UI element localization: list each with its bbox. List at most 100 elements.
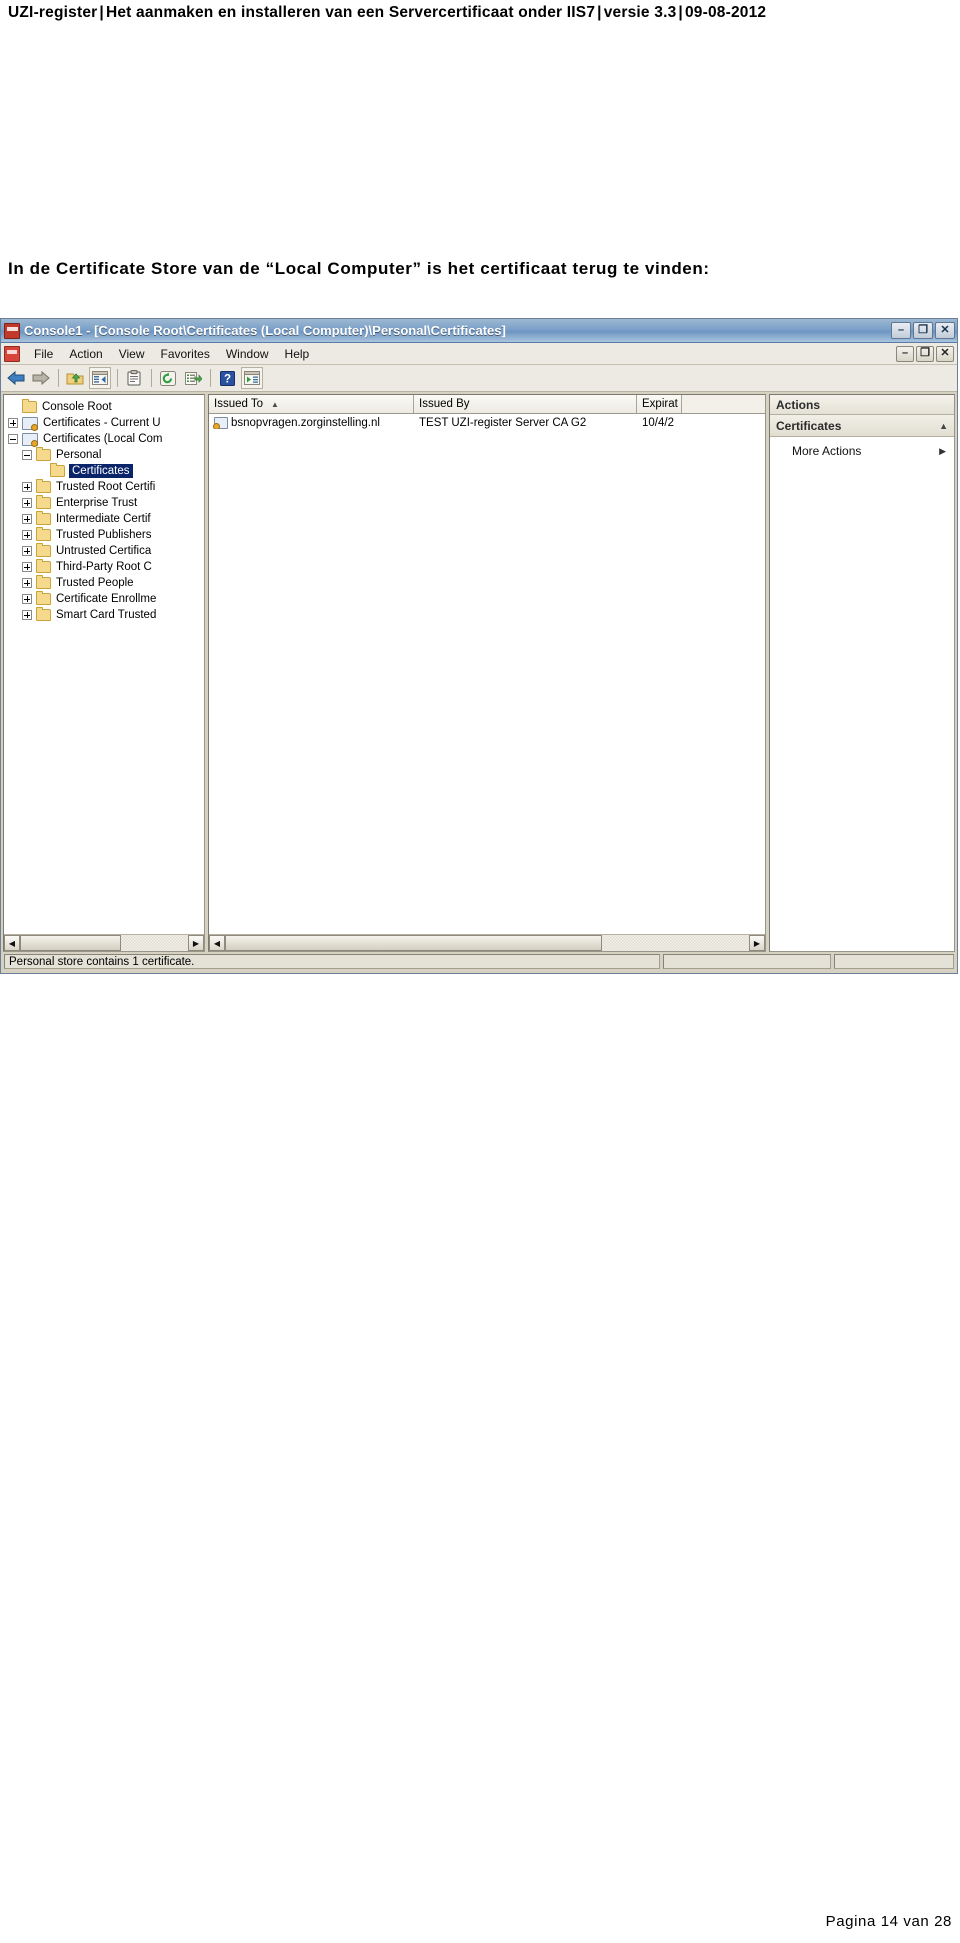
mdi-minimize-button[interactable]: – [896,345,914,362]
up-folder-icon[interactable] [64,367,86,389]
column-header-issued-by[interactable]: Issued By [414,395,637,413]
document-header: UZI-register | Het aanmaken en installeren… [8,4,952,22]
scroll-right-arrow-icon[interactable]: ▶ [188,935,204,951]
actions-group-label: Certificates [776,418,842,433]
actions-pane-title: Actions [770,395,954,415]
refresh-icon[interactable] [157,367,179,389]
minimize-button[interactable]: – [891,322,911,339]
column-header-expiration-date[interactable]: Expirat [637,395,682,413]
list-horizontal-scrollbar[interactable]: ◀ ▶ [209,934,765,951]
tree-node-label: Console Root [42,401,112,413]
tree-node-trusted-people[interactable]: Trusted People [22,575,204,591]
export-list-icon[interactable] [182,367,204,389]
mdi-close-button[interactable]: ✕ [936,345,954,362]
tree-expander-icon[interactable] [22,514,32,524]
status-bar: Personal store contains 1 certificate. [1,952,957,972]
tree-node-intermediate-ca[interactable]: Intermediate Certif [22,511,204,527]
menu-favorites[interactable]: Favorites [153,345,218,363]
folder-icon [36,511,51,525]
header-separator-2: | [597,4,602,21]
tree-expander-icon[interactable] [8,434,18,444]
tree-node-certificate-enrollment[interactable]: Certificate Enrollme [22,591,204,607]
back-arrow-icon[interactable] [5,367,27,389]
show-hide-action-pane-icon[interactable] [241,367,263,389]
tree-node-certificates-current-user[interactable]: Certificates - Current U [8,415,204,431]
tree-expander-icon[interactable] [22,610,32,620]
header-subject: Het aanmaken en installeren van een Serv… [105,4,596,21]
list-column-headers: Issued To ▲ Issued By Expirat [209,395,765,414]
tree-node-label: Intermediate Certif [56,513,151,525]
tree-node-trusted-root[interactable]: Trusted Root Certifi [22,479,204,495]
window-title: Console1 - [Console Root\Certificates (L… [24,323,506,338]
table-row[interactable]: bsnopvragen.zorginstelling.nl TEST UZI-r… [209,414,765,431]
console-tree-pane: Console Root Certificates - Current U Ce… [3,394,205,952]
menu-action[interactable]: Action [61,345,110,363]
scroll-left-arrow-icon[interactable]: ◀ [209,935,225,951]
column-header-label: Issued To [214,398,264,410]
mmc-console-window: Console1 - [Console Root\Certificates (L… [0,318,958,974]
list-rows: bsnopvragen.zorginstelling.nl TEST UZI-r… [209,414,765,934]
maximize-button[interactable]: ❐ [913,322,933,339]
tree-expander-icon[interactable] [22,482,32,492]
scroll-thumb[interactable] [225,935,603,951]
scroll-thumb[interactable] [20,935,121,951]
cert-store-icon [22,416,38,431]
show-hide-console-tree-icon[interactable] [89,367,111,389]
tree-node-certificates-selected[interactable]: Certificates [36,463,204,479]
tree-node-untrusted-certificates[interactable]: Untrusted Certifica [22,543,204,559]
tree-node-smart-card-trusted-roots[interactable]: Smart Card Trusted [22,607,204,623]
column-header-issued-to[interactable]: Issued To ▲ [209,395,414,413]
actions-pane: Actions Certificates ▲ More Actions ▶ [769,394,955,952]
menu-bar: File Action View Favorites Window Help –… [1,343,957,365]
scroll-track[interactable] [225,935,749,951]
menu-window[interactable]: Window [218,345,277,363]
tree-expander-icon[interactable] [8,402,18,412]
tree-node-label: Untrusted Certifica [56,545,152,557]
tree-node-enterprise-trust[interactable]: Enterprise Trust [22,495,204,511]
tree-horizontal-scrollbar[interactable]: ◀ ▶ [4,934,204,951]
tree-node-third-party-root[interactable]: Third-Party Root C [22,559,204,575]
header-product: UZI-register [8,4,98,21]
scroll-right-arrow-icon[interactable]: ▶ [749,935,765,951]
tree-node-trusted-publishers[interactable]: Trusted Publishers [22,527,204,543]
status-message: Personal store contains 1 certificate. [4,954,660,969]
header-separator-3: | [678,4,683,21]
mdi-restore-button[interactable]: ❐ [916,345,934,362]
close-button[interactable]: ✕ [935,322,955,339]
scroll-track[interactable] [20,935,188,951]
action-more-actions[interactable]: More Actions ▶ [770,441,954,461]
toolbar-separator-4 [210,369,211,387]
tree-expander-icon[interactable] [22,594,32,604]
chevron-up-icon[interactable]: ▲ [939,421,948,431]
tree-expander-icon[interactable] [22,498,32,508]
actions-group-certificates[interactable]: Certificates ▲ [770,415,954,437]
menu-file[interactable]: File [26,345,61,363]
folder-icon [22,399,37,413]
properties-clipboard-icon[interactable] [123,367,145,389]
tree-expander-icon[interactable] [8,418,18,428]
tree-expander-icon[interactable] [22,450,32,460]
tree-node-certificates-local-computer[interactable]: Certificates (Local Com [8,431,204,447]
tree-node-label: Smart Card Trusted [56,609,157,621]
header-separator-1: | [99,4,104,21]
tree-expander-icon[interactable] [22,530,32,540]
tree-node-personal[interactable]: Personal [22,447,204,463]
header-date: 09-08-2012 [684,4,767,21]
tree-node-console-root[interactable]: Console Root [8,399,204,415]
forward-arrow-icon[interactable] [30,367,52,389]
scroll-left-arrow-icon[interactable]: ◀ [4,935,20,951]
tree-expander-icon[interactable] [22,562,32,572]
mdi-window-controls: – ❐ ✕ [896,345,957,362]
tree-expander-icon[interactable] [22,546,32,556]
toolbar-separator-2 [117,369,118,387]
certificate-icon [213,416,228,429]
window-controls: – ❐ ✕ [891,322,955,339]
column-header-label: Issued By [419,398,470,410]
tree-expander-icon[interactable] [36,466,46,476]
help-icon[interactable]: ? [216,367,238,389]
window-titlebar: Console1 - [Console Root\Certificates (L… [1,319,957,343]
tree-expander-icon[interactable] [22,578,32,588]
menu-view[interactable]: View [111,345,153,363]
cell-expiration-date: 10/4/2 [642,416,674,429]
menu-help[interactable]: Help [277,345,318,363]
